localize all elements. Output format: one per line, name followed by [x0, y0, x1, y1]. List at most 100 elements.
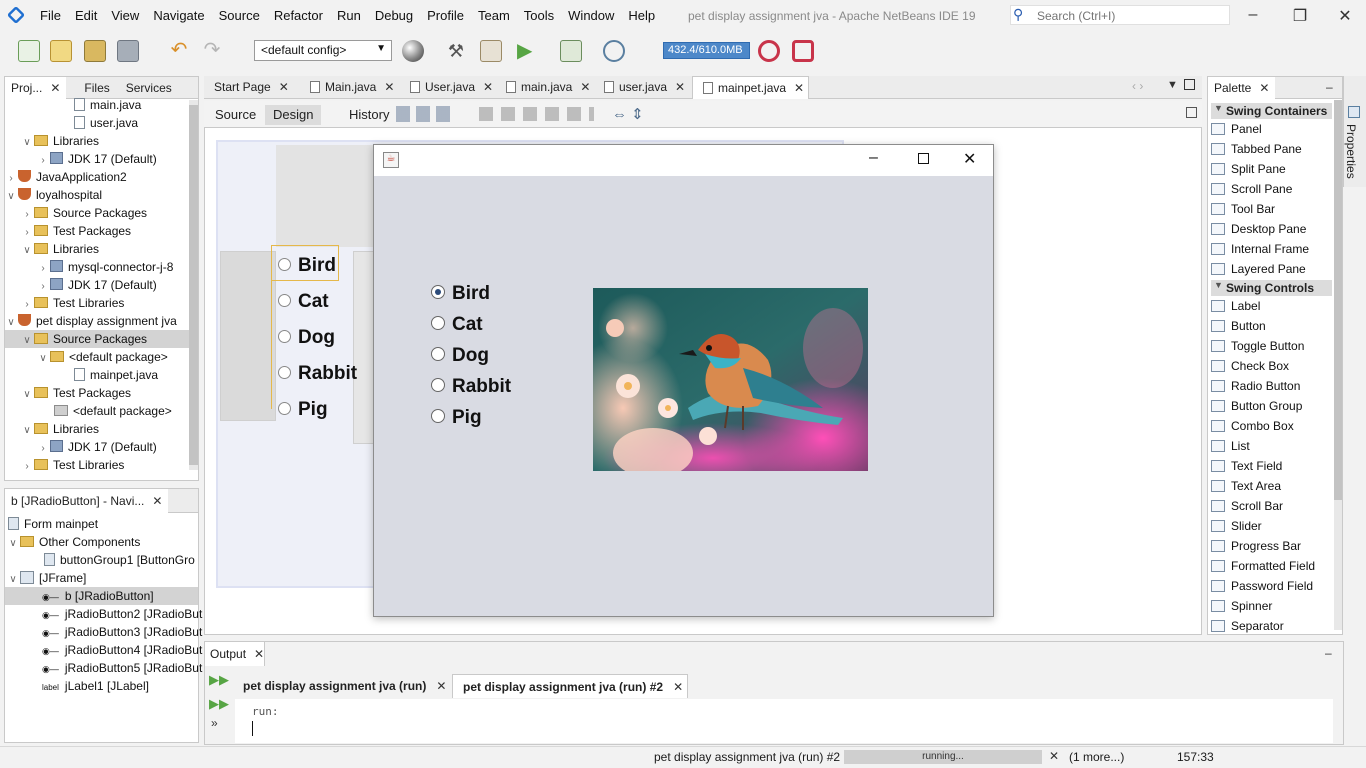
undo-icon[interactable]: ↶ [168, 40, 190, 62]
palette-tool-bar[interactable]: Tool Bar [1211, 200, 1275, 218]
globe-icon[interactable] [402, 40, 424, 62]
palette-tabbed-pane[interactable]: Tabbed Pane [1211, 140, 1302, 158]
tab-main-java-lower[interactable]: main.java ✕ [496, 76, 594, 99]
nav-item-label[interactable]: label jLabel1 [JLabel] [42, 677, 149, 695]
redo-icon[interactable]: ↷ [201, 40, 223, 62]
palette-panel-item[interactable]: Panel [1211, 120, 1262, 138]
rerun-with-params-icon[interactable]: ▶▶ [209, 696, 229, 712]
palette-progress-bar[interactable]: Progress Bar [1211, 537, 1301, 555]
design-tools-icon[interactable] [396, 106, 452, 122]
output-tab-run-2[interactable]: pet display assignment jva (run) #2 ✕ [452, 674, 688, 698]
scroll-tabs-icon[interactable]: ‹ › [1132, 79, 1143, 93]
preview-minimize-button[interactable]: – [869, 149, 878, 167]
tree-item-default-package[interactable]: <default package> [54, 402, 172, 420]
profile-ide-icon[interactable] [792, 40, 814, 62]
close-icon[interactable]: ✕ [50, 77, 60, 99]
add-view-icon[interactable] [1186, 107, 1197, 118]
tab-main-java[interactable]: Main.java ✕ [300, 76, 400, 99]
tree-item-project-loyalhospital[interactable]: ∨ loyalhospital [4, 186, 102, 204]
tree-item-test-libraries[interactable]: › Test Libraries [20, 294, 124, 312]
properties-icon[interactable] [1348, 106, 1360, 118]
tab-source[interactable]: Source [207, 105, 264, 125]
palette-scroll-bar[interactable]: Scroll Bar [1211, 497, 1283, 515]
new-file-icon[interactable] [18, 40, 40, 62]
output-console[interactable]: run: [235, 699, 1333, 743]
close-icon[interactable]: ✕ [1259, 77, 1269, 99]
tree-item-test-packages[interactable]: ∨ Test Packages [20, 384, 131, 402]
nav-item-other-components[interactable]: ∨ Other Components [6, 533, 140, 551]
memory-indicator[interactable]: 432.4/610.0MB [663, 42, 750, 59]
palette-desktop-pane[interactable]: Desktop Pane [1211, 220, 1306, 238]
palette-separator[interactable]: Separator [1211, 617, 1284, 635]
open-project-icon[interactable] [84, 40, 106, 62]
palette-button[interactable]: Button [1211, 317, 1266, 335]
menu-refactor[interactable]: Refactor [268, 8, 331, 23]
tree-item-source-packages-selected[interactable]: ∨ Source Packages [5, 330, 189, 348]
palette-text-field[interactable]: Text Field [1211, 457, 1282, 475]
status-more[interactable]: (1 more...) [1069, 750, 1124, 764]
menu-profile[interactable]: Profile [421, 8, 472, 23]
tree-item-project-javaapplication2[interactable]: › JavaApplication2 [4, 168, 127, 186]
menu-help[interactable]: Help [622, 8, 663, 23]
tab-user-java[interactable]: User.java ✕ [400, 76, 496, 99]
profile-icon[interactable] [603, 40, 625, 62]
close-icon[interactable]: ✕ [152, 490, 162, 512]
cancel-task-icon[interactable]: ✕ [1049, 749, 1059, 763]
restore-button[interactable]: ❐ [1285, 6, 1315, 26]
palette-layered-pane[interactable]: Layered Pane [1211, 260, 1306, 278]
palette-scrollbar[interactable] [1334, 100, 1342, 630]
tree-item-test-libraries[interactable]: › Test Libraries [20, 456, 124, 474]
tree-item-project-pet-display[interactable]: ∨ pet display assignment jva [4, 312, 177, 330]
menu-view[interactable]: View [105, 8, 147, 23]
nav-item-form[interactable]: Form mainpet [8, 515, 98, 533]
menu-edit[interactable]: Edit [69, 8, 105, 23]
clean-build-icon[interactable] [480, 40, 502, 62]
tree-item-libraries[interactable]: ∨ Libraries [20, 132, 99, 150]
nav-item-radio-2[interactable]: ◉— jRadioButton2 [JRadioBut [42, 605, 202, 623]
menu-file[interactable]: File [34, 8, 69, 23]
tab-mainpet-java[interactable]: mainpet.java ✕ [692, 76, 809, 99]
align-tools-icon[interactable] [479, 107, 594, 121]
tree-item-test-packages[interactable]: › Test Packages [20, 222, 131, 240]
tree-item-default-package[interactable]: ∨ <default package> [36, 348, 167, 366]
palette-slider[interactable]: Slider [1211, 517, 1262, 535]
design-radio-cat[interactable]: Cat [278, 291, 329, 313]
palette-internal-frame[interactable]: Internal Frame [1211, 240, 1309, 258]
minimize-button[interactable]: – [1238, 6, 1268, 24]
nav-item-jframe[interactable]: ∨ [JFrame] [6, 569, 86, 587]
tree-item-libraries[interactable]: ∨ Libraries [20, 240, 99, 258]
tree-item-user-java[interactable]: user.java [74, 114, 138, 132]
palette-category-controls[interactable]: Swing Controls [1211, 280, 1332, 296]
minimize-output-icon[interactable]: – [1325, 646, 1332, 660]
tree-item-mysql-connector[interactable]: › mysql-connector-j-8 [36, 258, 173, 276]
tab-navigator[interactable]: b [JRadioButton] - Navi... ✕ [5, 488, 169, 513]
menu-window[interactable]: Window [562, 8, 622, 23]
preview-close-button[interactable]: ✕ [963, 149, 976, 169]
close-icon[interactable]: ✕ [254, 647, 264, 661]
minimize-palette-icon[interactable]: – [1326, 80, 1333, 94]
radio-bird[interactable]: Bird [431, 283, 490, 305]
palette-category-containers[interactable]: Swing Containers [1211, 103, 1332, 119]
nav-item-radio-b[interactable]: ◉— b [JRadioButton] [5, 587, 198, 605]
tab-output[interactable]: Output ✕ [205, 642, 266, 666]
build-hammer-icon[interactable]: ⚒ [445, 40, 467, 62]
palette-password-field[interactable]: Password Field [1211, 577, 1313, 595]
menu-team[interactable]: Team [472, 8, 518, 23]
palette-list[interactable]: List [1211, 437, 1250, 455]
palette-split-pane[interactable]: Split Pane [1211, 160, 1286, 178]
radio-dog[interactable]: Dog [431, 345, 489, 367]
palette-formatted-field[interactable]: Formatted Field [1211, 557, 1315, 575]
close-window-button[interactable]: ✕ [1330, 6, 1360, 26]
output-tab-run-1[interactable]: pet display assignment jva (run) ✕ [235, 674, 451, 698]
design-radio-pig[interactable]: Pig [278, 399, 328, 421]
tab-start-page[interactable]: Start Page ✕ [204, 76, 296, 99]
rerun-icon[interactable]: ▶▶ [209, 672, 229, 688]
run-icon[interactable]: ▶ [517, 40, 539, 62]
palette-text-area[interactable]: Text Area [1211, 477, 1281, 495]
search-input[interactable] [1037, 8, 1225, 23]
preview-maximize-button[interactable] [918, 153, 929, 164]
search-box[interactable]: ⚲ [1010, 5, 1230, 25]
tree-item-jdk[interactable]: › JDK 17 (Default) [36, 438, 157, 456]
palette-combo-box[interactable]: Combo Box [1211, 417, 1294, 435]
tree-item-jdk[interactable]: › JDK 17 (Default) [36, 150, 157, 168]
